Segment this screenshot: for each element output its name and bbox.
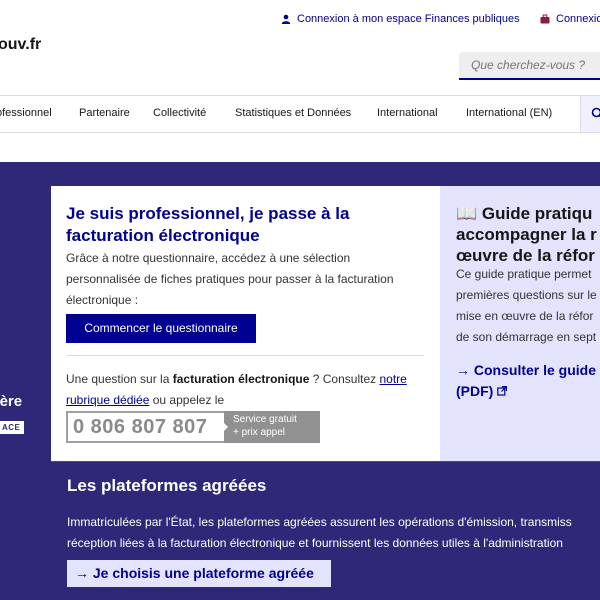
nav-search-button[interactable] — [580, 96, 600, 132]
nav-item-professionnel[interactable]: ofessionnel — [0, 107, 52, 119]
search-input[interactable] — [459, 52, 600, 78]
finances-login-link[interactable]: Connexion à mon espace Finances publique… — [281, 13, 520, 25]
guide-desc-line-2: premières questions sur le — [456, 288, 597, 302]
phone-banner[interactable]: 0 806 807 807 Service gratuit + prix app… — [66, 411, 323, 443]
guide-title-line-1: Guide pratiqu — [481, 204, 593, 223]
platforms-desc-line-2: réception liées à la facturation électro… — [67, 536, 563, 550]
guide-card-description: Ce guide pratique permet premières quest… — [456, 264, 600, 348]
phone-tag-line-1: Service gratuit — [233, 414, 297, 425]
platforms-desc-line-1: Immatriculées par l'État, les plateforme… — [67, 515, 572, 529]
main-navigation: ofessionnel Partenaire Collectivité Stat… — [0, 95, 600, 133]
search-box[interactable] — [459, 52, 600, 80]
hero-left-tag[interactable]: ACE — [0, 421, 25, 434]
guide-title-line-2: accompagner la r — [456, 225, 597, 244]
question-bold: facturation électronique — [172, 372, 310, 386]
site-header: ouv.fr Connexion à mon espace Finances p… — [0, 0, 600, 95]
pdf-label: (PDF) — [456, 383, 494, 399]
consult-guide-label: Consulter le guide — [473, 362, 597, 378]
guide-card: 📖 Guide pratiqu accompagner la r œuvre d… — [440, 186, 600, 461]
guide-desc-line-4: de son démarrage en sept — [456, 330, 597, 344]
guide-card-title: 📖 Guide pratiqu accompagner la r œuvre d… — [456, 203, 600, 266]
guide-title-line-3: œuvre de la réfor — [456, 246, 595, 265]
nav-item-statistiques[interactable]: Statistiques et Données — [235, 107, 351, 119]
question-middle: ? Consultez — [309, 372, 380, 386]
nav-item-international[interactable]: International — [377, 107, 438, 119]
guide-desc-line-3: mise en œuvre de la réfor — [456, 309, 594, 323]
arrow-right-icon: → — [456, 362, 470, 378]
choose-platform-button[interactable]: → Je choisis une plateforme agréée — [67, 560, 331, 587]
platforms-title: Les plateformes agréées — [67, 476, 267, 495]
professional-card-description: Grâce à notre questionnaire, accédez à u… — [66, 251, 394, 307]
phone-pricing-tag: Service gratuit + prix appel — [223, 411, 320, 443]
nav-item-partenaire[interactable]: Partenaire — [79, 107, 130, 119]
book-icon: 📖 — [456, 204, 478, 223]
arrow-right-icon: → — [75, 565, 89, 581]
question-text: Une question sur la facturation électron… — [66, 369, 431, 411]
phone-tag-line-2: + prix appel — [233, 427, 285, 438]
external-link-icon — [497, 386, 508, 396]
platforms-description: Immatriculées par l'État, les plateforme… — [67, 512, 600, 554]
phone-number: 0 806 807 807 — [66, 411, 224, 443]
question-suffix: ou appelez le — [149, 393, 225, 407]
search-icon — [591, 107, 600, 118]
connexion-link[interactable]: Connexion — [540, 13, 600, 25]
approved-platforms-section: Les plateformes agréées Immatriculées pa… — [51, 461, 600, 600]
professional-card: Je suis professionnel, je passe à la fac… — [51, 186, 440, 461]
connexion-label: Connexion — [556, 13, 600, 25]
start-questionnaire-button[interactable]: Commencer le questionnaire — [66, 314, 256, 343]
user-icon — [281, 14, 291, 24]
hero-left-title-fragment: 'ère — [0, 393, 23, 410]
consult-guide-link[interactable]: → Consulter le guide (PDF) — [456, 360, 600, 402]
professional-card-title: Je suis professionnel, je passe à la fac… — [66, 204, 350, 245]
question-prefix: Une question sur la — [66, 372, 173, 386]
briefcase-icon — [540, 14, 550, 24]
guide-desc-line-1: Ce guide pratique permet — [456, 267, 592, 281]
choose-platform-label: Je choisis une plateforme agréée — [92, 565, 314, 581]
nav-item-international-en[interactable]: International (EN) — [466, 107, 552, 119]
finances-login-label: Connexion à mon espace Finances publique… — [297, 13, 520, 25]
nav-item-collectivite[interactable]: Collectivité — [153, 107, 206, 119]
site-brand[interactable]: ouv.fr — [0, 36, 41, 54]
card-divider — [66, 355, 424, 356]
